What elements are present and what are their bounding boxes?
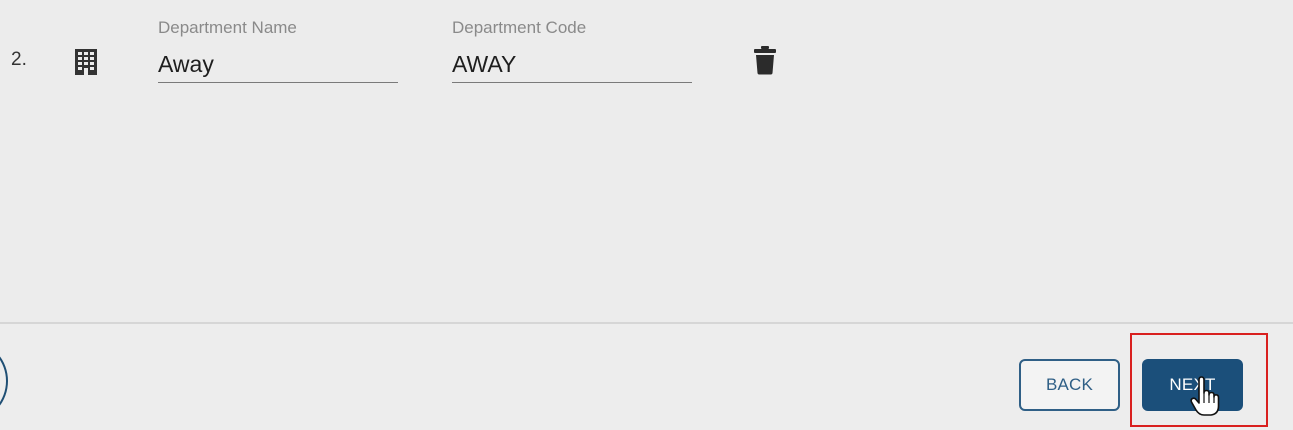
department-list: 2. Department Name Department Code [0, 0, 1293, 322]
department-name-input[interactable] [158, 47, 398, 83]
department-code-input[interactable] [452, 47, 692, 83]
department-name-field: Department Name [158, 18, 398, 83]
department-code-field: Department Code [452, 18, 692, 83]
building-icon [75, 49, 97, 75]
next-button[interactable]: NEXT [1142, 359, 1243, 411]
department-name-label: Department Name [158, 18, 297, 37]
back-button[interactable]: BACK [1019, 359, 1120, 411]
department-code-label: Department Code [452, 18, 587, 37]
trash-icon[interactable] [753, 45, 777, 75]
row-number: 2. [11, 49, 27, 70]
